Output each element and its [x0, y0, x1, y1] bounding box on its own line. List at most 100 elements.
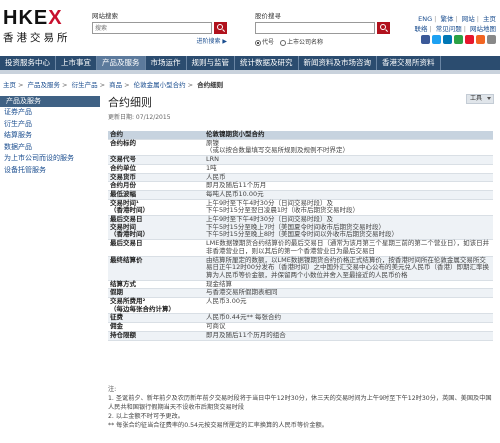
breadcrumb-home[interactable]: 主页: [3, 81, 16, 89]
breadcrumb-commodities[interactable]: 商品: [109, 81, 122, 89]
link-eng[interactable]: ENG: [418, 15, 432, 23]
spec-value: 人民币0.44元** 每张合约: [204, 314, 493, 324]
tools-dropdown[interactable]: 工具: [466, 94, 494, 104]
twitter-icon[interactable]: [432, 35, 441, 44]
link-home[interactable]: 主页: [483, 15, 496, 23]
spec-value: 伦敦镍期货小型合约: [204, 130, 493, 140]
logo-text-zh: 香港交易所: [3, 32, 71, 44]
spec-value: LME数据镍期货合约结算价的最后交易日（通常为该月第三个星期三前的第二个营业日）…: [204, 239, 493, 257]
table-row: 最后交易日 LME数据镍期货合约结算价的最后交易日（通常为该月第三个星期三前的第二…: [108, 239, 493, 257]
table-row: 合约单位 1吨: [108, 164, 493, 174]
hkex-logo[interactable]: HKEX 香港交易所: [3, 8, 71, 45]
table-row: 合约标的 原镍 （或以按合数量填写交易所规则及规例不时界定）: [108, 139, 493, 157]
spec-key: 最后交易日 交易时间 （香港时间）: [108, 215, 204, 241]
social-icons: [421, 35, 496, 44]
notes: 注: 1. 圣诞前夕、新年前夕及农历新年前夕交易时段将于当日中午12时30分，休…: [108, 385, 493, 430]
table-row: 最终结算价 由结算所厘定的数额，以LME数据镍期货合约价格正式结算价，按香港时间所…: [108, 256, 493, 281]
notes-heading: 注:: [108, 386, 117, 393]
spec-key: 合约单位: [108, 164, 204, 174]
radio-company-name[interactable]: 上市公司名称: [280, 37, 323, 46]
note-2: 2. 以上金额不时可予更改。: [108, 413, 184, 420]
nav-news-market[interactable]: 新闻资料及市场咨询: [299, 56, 377, 70]
linkedin-icon[interactable]: [443, 35, 452, 44]
sidebar-item-data-products[interactable]: 数据产品: [0, 142, 100, 154]
table-row: 结算方式 现金结算: [108, 280, 493, 290]
spec-value: 1吨: [204, 164, 493, 174]
logo-text-en: HKEX: [3, 7, 63, 29]
spec-value: 原镍 （或以按合数量填写交易所规则及规例不时界定）: [204, 139, 493, 157]
site-search: 网站搜索 进阶搜索 ▶: [92, 10, 227, 45]
spec-key: 合约标的: [108, 139, 204, 157]
spec-value: 上午9时至下午4时30分（日间交易时段）及 下午5时15分至晚上7时（美国夏令时间…: [204, 215, 493, 241]
spec-value: LRN: [204, 155, 493, 165]
table-header-row: 合约 伦敦镍期货小型合约: [108, 130, 493, 140]
tools-label: 工具: [470, 95, 483, 102]
stock-search-label: 股价搜寻: [255, 12, 281, 20]
spec-value: 上午9时至下午4时30分（日间交易时段）及 下午5时15分至翌日凌晨1时（收市后期…: [204, 199, 493, 217]
table-row: 最低波幅 每吨人民币10.00元: [108, 190, 493, 200]
nav-rules-regulation[interactable]: 规则与监管: [187, 56, 235, 70]
rss-icon[interactable]: [476, 35, 485, 44]
weibo-icon[interactable]: [465, 35, 474, 44]
nav-statistics-research[interactable]: 统计数据及研究: [235, 56, 299, 70]
sidebar: 产品及服务 证券产品 衍生产品 结算服务 数据产品 为上市公司而设的服务 设备托…: [0, 96, 100, 176]
nav-products-services[interactable]: 产品及服务: [97, 56, 146, 70]
site-search-input[interactable]: [92, 22, 212, 34]
table-row: 最后交易日 交易时间 （香港时间） 上午9时至下午4时30分（日间交易时段）及 下午5时…: [108, 215, 493, 241]
breadcrumb-products[interactable]: 产品及服务: [28, 81, 61, 89]
table-row: 假期 与香港交易所假期表相同: [108, 289, 493, 299]
sub-nav-bar: [0, 70, 500, 74]
table-row: 交易时间¹ （香港时间） 上午9时至下午4时30分（日间交易时段）及 下午5时15分至…: [108, 199, 493, 217]
email-icon[interactable]: [487, 35, 496, 44]
stock-search: 股价搜寻 代号 上市公司名称: [255, 10, 390, 46]
breadcrumb: 主页 > 产品及服务 > 衍生产品 > 商品 > 伦敦金属小型合约 > 合约细则: [3, 81, 224, 89]
spec-value: 人民币3.00元: [204, 297, 493, 315]
radio-code[interactable]: 代号: [255, 37, 274, 46]
link-site[interactable]: 网站: [462, 15, 475, 23]
table-row: 交易货币 人民币: [108, 173, 493, 183]
link-traditional[interactable]: 繁体: [440, 15, 453, 23]
site-search-button[interactable]: [214, 22, 227, 34]
sidebar-item-listed-issuers[interactable]: 为上市公司而设的服务: [0, 153, 100, 165]
main-nav: 投资服务中心 上市事宜 产品及服务 市场运作 规则与监管 统计数据及研究 新闻资…: [0, 56, 500, 70]
wechat-icon[interactable]: [454, 35, 463, 44]
nav-about-hkex[interactable]: 香港交易所资料: [377, 56, 441, 70]
table-row: 佣金 可商议: [108, 322, 493, 332]
main-content: 合约细则 更新日期: 07/12/2015 工具: [108, 94, 496, 121]
nav-investor-centre[interactable]: 投资服务中心: [0, 56, 56, 70]
nav-market-operations[interactable]: 市场运作: [146, 56, 187, 70]
link-faq[interactable]: 常见问题: [436, 25, 462, 33]
sidebar-item-derivatives[interactable]: 衍生产品: [0, 119, 100, 131]
spec-key: 最低波幅: [108, 190, 204, 200]
link-sitemap[interactable]: 网站地图: [470, 25, 496, 33]
stock-search-input[interactable]: [255, 22, 375, 34]
spec-key: 持仓限额: [108, 331, 204, 341]
sidebar-item-securities[interactable]: 证券产品: [0, 107, 100, 119]
spec-value: 每吨人民币10.00元: [204, 190, 493, 200]
site-search-label: 网站搜索: [92, 12, 118, 20]
table-row: 合约月份 即月及随后11个历月: [108, 181, 493, 191]
chevron-down-icon: [487, 97, 491, 100]
facebook-icon[interactable]: [421, 35, 430, 44]
page-title: 合约细则: [108, 96, 152, 109]
top-links: ENG | 繁体 | 网站 | 主页 联络 | 常见问题 | 网站地图: [414, 15, 496, 33]
sidebar-item-clearing[interactable]: 结算服务: [0, 130, 100, 142]
site-header: HKEX 香港交易所 网站搜索 进阶搜索 ▶ 股价搜寻 代号 上市公司名称 EN…: [0, 0, 500, 55]
spec-key: 合约: [108, 130, 204, 140]
sidebar-item-hosting[interactable]: 设备托管服务: [0, 165, 100, 177]
stock-search-button[interactable]: [377, 22, 390, 34]
spec-key: 最后交易日: [108, 239, 204, 257]
nav-listing[interactable]: 上市事宜: [56, 56, 97, 70]
updated-date: 更新日期: 07/12/2015: [108, 114, 171, 121]
note-1: 1. 圣诞前夕、新年前夕及农历新年前夕交易时段将于当日中午12时30分，休三天的…: [108, 395, 492, 411]
note-3: ** 每张合约征当合征费率的0.54元按交易所厘定的汇率换算的人民币等价金额。: [108, 422, 328, 429]
advanced-search-link[interactable]: 进阶搜索 ▶: [92, 36, 227, 45]
breadcrumb-derivatives[interactable]: 衍生产品: [72, 81, 98, 89]
spec-value: 与香港交易所假期表相同: [204, 289, 493, 299]
breadcrumb-lme-mini[interactable]: 伦敦金属小型合约: [134, 81, 186, 89]
table-row: 持仓限额 即月及随后11个历月的组合: [108, 331, 493, 341]
spec-key: 交易时间¹ （香港时间）: [108, 199, 204, 217]
spec-value: 由结算所厘定的数额，以LME数据镍期货合约价格正式结算价，按香港时间所在伦敦金属…: [204, 256, 493, 281]
table-row: 征费 人民币0.44元** 每张合约: [108, 314, 493, 324]
link-contact[interactable]: 联络: [414, 25, 427, 33]
